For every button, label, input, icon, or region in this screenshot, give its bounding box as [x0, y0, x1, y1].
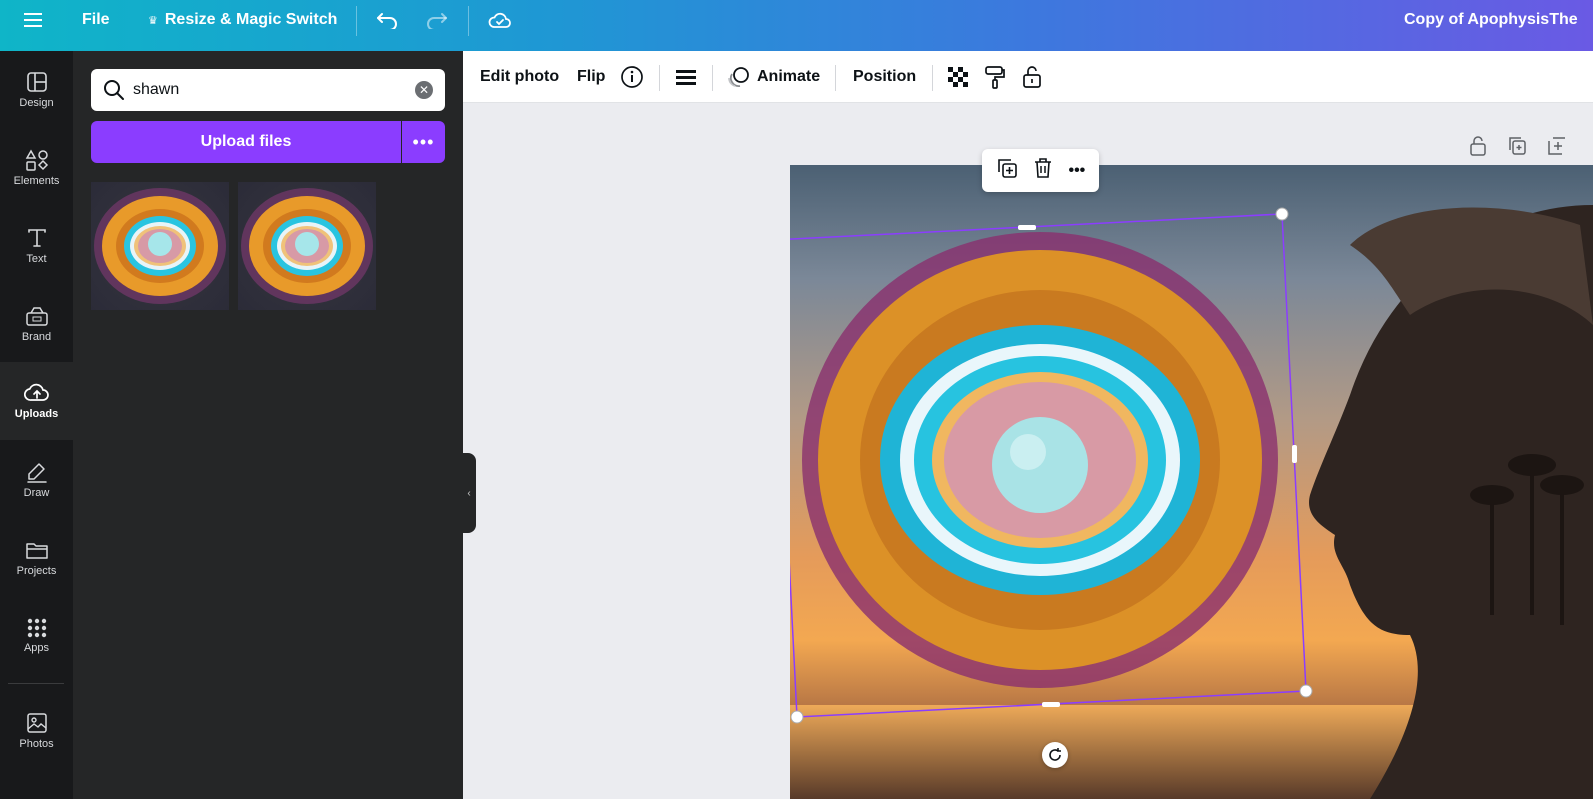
toolbar-divider: [712, 65, 713, 91]
top-bar: File ♛ Resize & Magic Switch Copy of Apo…: [0, 0, 1593, 51]
crown-icon: ♛: [148, 14, 158, 27]
toolbar-divider: [659, 65, 660, 91]
draw-icon: [26, 463, 47, 483]
file-menu-button[interactable]: File: [82, 0, 110, 40]
animate-button[interactable]: Animate: [727, 51, 820, 103]
add-page-icon[interactable]: [1546, 134, 1566, 158]
info-icon[interactable]: [620, 51, 644, 103]
chevron-left-icon: ‹: [467, 487, 471, 499]
paint-roller-icon[interactable]: [984, 51, 1006, 103]
rail-label: Design: [19, 97, 54, 109]
rail-label: Photos: [19, 738, 54, 750]
cloud-saved-icon[interactable]: [488, 0, 512, 40]
rail-item-draw[interactable]: Draw: [0, 441, 73, 519]
edit-photo-button[interactable]: Edit photo: [480, 51, 559, 103]
fractal-thumbnail-image: [94, 188, 226, 304]
rail-item-text[interactable]: Text: [0, 207, 73, 285]
left-rail: Design Elements Text Brand Uploads Draw …: [0, 51, 73, 799]
rail-item-design[interactable]: Design: [0, 51, 73, 129]
upload-more-button[interactable]: •••: [402, 121, 445, 163]
rotate-icon: [1049, 748, 1061, 761]
rotate-handle[interactable]: [1042, 742, 1068, 768]
photos-icon: [26, 713, 47, 733]
topbar-divider: [468, 6, 469, 36]
rail-label: Draw: [23, 487, 50, 499]
flip-button[interactable]: Flip: [577, 51, 605, 103]
rail-item-uploads[interactable]: Uploads: [0, 362, 73, 440]
uploads-panel: ✕ Upload files •••: [73, 51, 463, 799]
resize-magic-switch-button[interactable]: ♛ Resize & Magic Switch: [148, 0, 337, 40]
element-floating-toolbar: •••: [982, 149, 1099, 192]
rail-divider: [8, 683, 64, 684]
rail-item-photos[interactable]: Photos: [0, 692, 73, 770]
page-lock-icon[interactable]: [1468, 134, 1488, 158]
cloud-upload-icon: [23, 383, 49, 401]
rail-label: Uploads: [14, 408, 59, 420]
rail-item-projects[interactable]: Projects: [0, 519, 73, 597]
canvas-artwork: [790, 205, 1593, 799]
folder-icon: [25, 543, 48, 559]
rail-label: Apps: [23, 642, 50, 654]
design-canvas[interactable]: [790, 165, 1593, 799]
fractal-thumbnail-image: [241, 188, 373, 304]
search-icon: [103, 79, 125, 106]
collapse-panel-handle[interactable]: ‹: [462, 453, 476, 533]
rail-item-elements[interactable]: Elements: [0, 129, 73, 207]
search-box: ✕: [91, 69, 445, 111]
rail-label: Elements: [13, 175, 60, 187]
document-title[interactable]: Copy of ApophysisThe: [1404, 0, 1578, 40]
elements-icon: [25, 149, 48, 171]
rail-label: Text: [26, 253, 47, 265]
animate-label: Animate: [757, 68, 821, 85]
resize-label: Resize & Magic Switch: [164, 11, 338, 28]
toolbar-divider: [835, 65, 836, 91]
upload-files-button[interactable]: Upload files: [91, 121, 401, 163]
trash-icon[interactable]: [1033, 157, 1053, 184]
rail-label: Projects: [16, 565, 57, 577]
clear-search-icon[interactable]: ✕: [415, 81, 433, 99]
context-toolbar: Edit photo Flip Animate Position: [463, 51, 1593, 103]
design-icon: [26, 72, 47, 92]
transparency-icon[interactable]: [947, 51, 969, 103]
border-style-icon[interactable]: [675, 51, 697, 103]
rail-label: Brand: [21, 331, 52, 343]
upload-thumbnail[interactable]: [238, 182, 376, 310]
topbar-divider: [356, 6, 357, 36]
more-options-button[interactable]: •••: [1068, 162, 1085, 180]
rail-item-brand[interactable]: Brand: [0, 285, 73, 363]
brand-icon: [25, 307, 48, 326]
duplicate-icon[interactable]: [996, 157, 1018, 184]
apps-grid-icon: [27, 618, 46, 638]
animate-icon: [728, 67, 749, 87]
upload-thumbnail[interactable]: [91, 182, 229, 310]
position-button[interactable]: Position: [853, 51, 916, 103]
lock-icon[interactable]: [1021, 51, 1043, 103]
text-icon: [27, 229, 46, 247]
undo-icon[interactable]: [376, 0, 398, 40]
rail-item-apps[interactable]: Apps: [0, 597, 73, 675]
search-input[interactable]: [133, 78, 403, 102]
main-menu-icon[interactable]: [24, 0, 42, 40]
duplicate-page-icon[interactable]: [1507, 134, 1527, 158]
redo-icon[interactable]: [426, 0, 448, 40]
toolbar-divider: [932, 65, 933, 91]
